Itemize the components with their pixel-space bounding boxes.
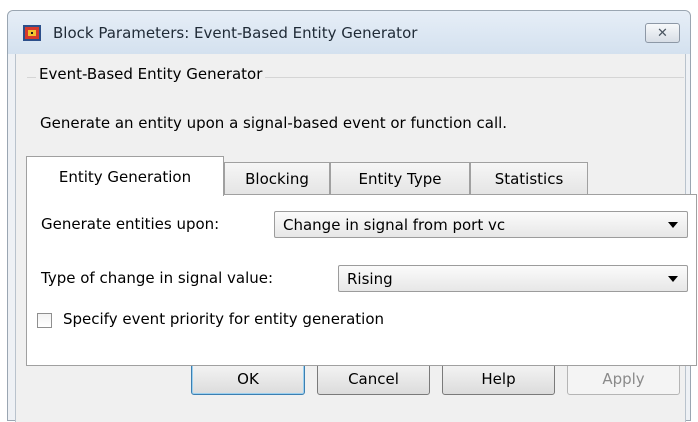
apply-button-label: Apply — [602, 370, 645, 388]
type-of-change-value: Rising — [347, 270, 393, 288]
cancel-button[interactable]: Cancel — [317, 363, 430, 395]
title-bar[interactable]: Block Parameters: Event-Based Entity Gen… — [8, 11, 690, 54]
tab-blocking[interactable]: Blocking — [224, 162, 330, 195]
dialog-window: Block Parameters: Event-Based Entity Gen… — [7, 10, 697, 422]
help-button[interactable]: Help — [442, 363, 555, 395]
block-description: Generate an entity upon a signal-based e… — [40, 114, 508, 132]
tab-label: Blocking — [245, 170, 309, 188]
chevron-down-icon — [668, 222, 678, 228]
block-name-label: Event-Based Entity Generator — [36, 65, 266, 83]
event-priority-label[interactable]: Specify event priority for entity genera… — [63, 310, 384, 328]
ok-button-label: OK — [237, 370, 259, 388]
chevron-down-icon — [668, 276, 678, 282]
type-of-change-label: Type of change in signal value: — [41, 269, 274, 287]
tab-entity-generation[interactable]: Entity Generation — [26, 156, 224, 196]
apply-button[interactable]: Apply — [567, 363, 680, 395]
generate-upon-value: Change in signal from port vc — [283, 216, 506, 234]
tab-statistics[interactable]: Statistics — [470, 162, 588, 195]
close-icon: ✕ — [657, 25, 668, 41]
tab-entity-type[interactable]: Entity Type — [330, 162, 470, 195]
help-button-label: Help — [481, 370, 516, 388]
tab-label: Entity Type — [358, 170, 442, 188]
generate-upon-label: Generate entities upon: — [41, 215, 220, 233]
cancel-button-label: Cancel — [348, 370, 399, 388]
window-title: Block Parameters: Event-Based Entity Gen… — [53, 24, 418, 42]
generate-upon-dropdown[interactable]: Change in signal from port vc — [274, 211, 688, 238]
tab-panel-entity-generation: Generate entities upon: Change in signal… — [26, 194, 697, 366]
close-button[interactable]: ✕ — [645, 23, 680, 43]
event-priority-checkbox[interactable] — [37, 313, 52, 328]
simulink-block-icon — [22, 24, 42, 42]
ok-button[interactable]: OK — [191, 363, 305, 395]
type-of-change-dropdown[interactable]: Rising — [338, 265, 688, 292]
dialog-body: Event-Based Entity Generator Generate an… — [15, 54, 697, 422]
tab-label: Entity Generation — [58, 167, 192, 186]
tab-label: Statistics — [494, 170, 564, 188]
